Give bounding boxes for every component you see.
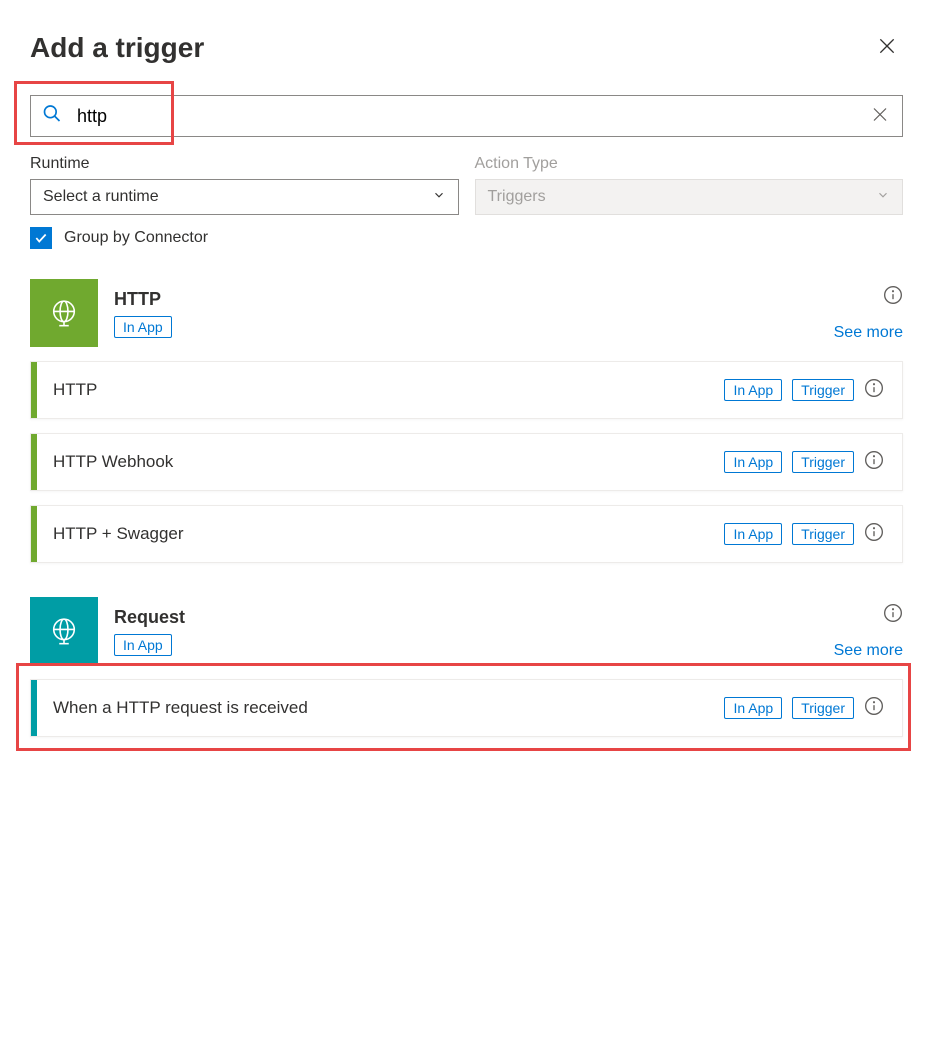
info-icon[interactable] <box>883 285 903 310</box>
action-type-value: Triggers <box>488 188 546 206</box>
action-type-label: Action Type <box>475 155 904 173</box>
close-icon <box>877 44 897 59</box>
chevron-down-icon <box>432 188 446 207</box>
runtime-label: Runtime <box>30 155 459 173</box>
chevron-down-icon <box>876 188 890 207</box>
search-icon <box>42 104 62 129</box>
in-app-badge: In App <box>724 523 782 545</box>
trigger-badge: Trigger <box>792 523 854 545</box>
trigger-name: When a HTTP request is received <box>37 698 724 718</box>
runtime-select-value: Select a runtime <box>43 188 159 206</box>
clear-icon <box>871 112 889 127</box>
connector-name: Request <box>114 607 818 628</box>
see-more-link[interactable]: See more <box>834 642 903 660</box>
group-by-connector-checkbox[interactable] <box>30 227 52 249</box>
trigger-item-http[interactable]: HTTP In App Trigger <box>30 361 903 419</box>
info-icon[interactable] <box>864 378 884 403</box>
trigger-name: HTTP + Swagger <box>37 524 724 544</box>
in-app-badge: In App <box>114 316 172 338</box>
info-icon[interactable] <box>864 450 884 475</box>
trigger-name: HTTP Webhook <box>37 452 724 472</box>
panel-title: Add a trigger <box>30 32 204 64</box>
action-type-select: Triggers <box>475 179 904 215</box>
close-button[interactable] <box>871 30 903 65</box>
trigger-item-http-request-received[interactable]: When a HTTP request is received In App T… <box>30 679 903 737</box>
group-by-connector-label: Group by Connector <box>64 229 208 247</box>
in-app-badge: In App <box>114 634 172 656</box>
trigger-badge: Trigger <box>792 379 854 401</box>
trigger-badge: Trigger <box>792 451 854 473</box>
trigger-name: HTTP <box>37 380 724 400</box>
trigger-item-http-webhook[interactable]: HTTP Webhook In App Trigger <box>30 433 903 491</box>
in-app-badge: In App <box>724 697 782 719</box>
in-app-badge: In App <box>724 379 782 401</box>
trigger-badge: Trigger <box>792 697 854 719</box>
connector-icon-http <box>30 279 98 347</box>
clear-search-button[interactable] <box>867 102 893 131</box>
info-icon[interactable] <box>883 603 903 628</box>
info-icon[interactable] <box>864 696 884 721</box>
see-more-link[interactable]: See more <box>834 324 903 342</box>
in-app-badge: In App <box>724 451 782 473</box>
runtime-select[interactable]: Select a runtime <box>30 179 459 215</box>
search-input[interactable] <box>30 95 903 137</box>
connector-icon-request <box>30 597 98 665</box>
connector-name: HTTP <box>114 289 818 310</box>
info-icon[interactable] <box>864 522 884 547</box>
trigger-item-http-swagger[interactable]: HTTP + Swagger In App Trigger <box>30 505 903 563</box>
